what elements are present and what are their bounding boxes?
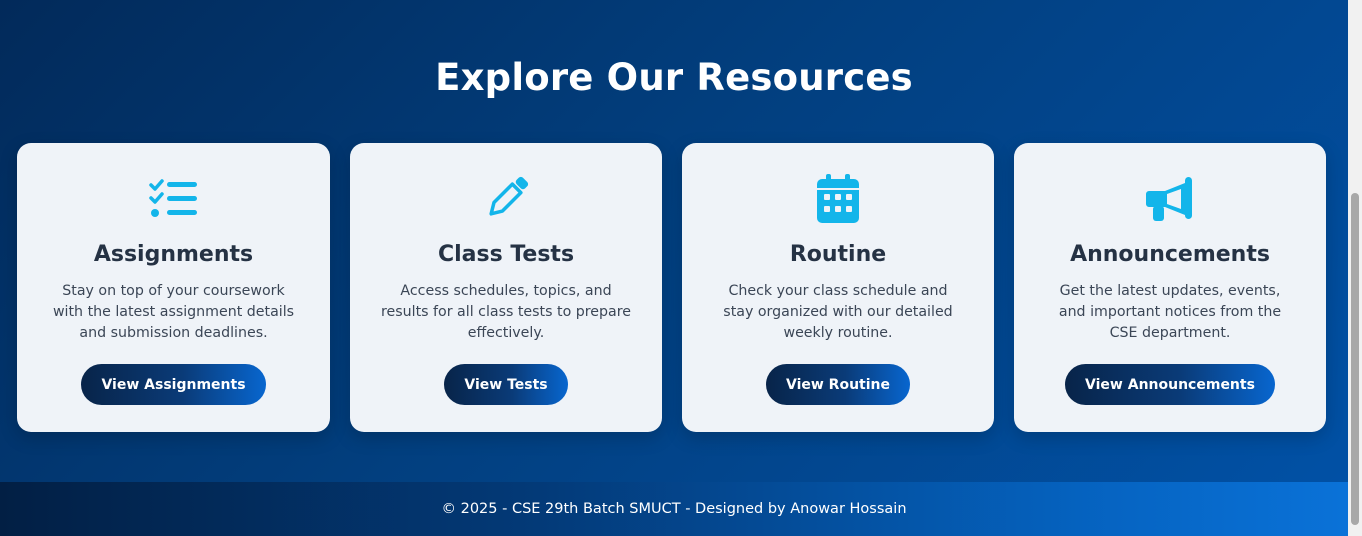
card-description: Stay on top of your coursework with the … (52, 283, 295, 341)
view-assignments-button[interactable]: View Assignments (81, 364, 266, 405)
calendar-icon (812, 173, 864, 225)
pencil-icon (480, 173, 532, 225)
card-title: Class Tests (437, 242, 575, 267)
card-title: Routine (789, 242, 887, 267)
megaphone-icon (1144, 173, 1196, 225)
card-announcements: Announcements Get the latest updates, ev… (1014, 143, 1326, 432)
list-check-icon (148, 173, 200, 225)
resource-cards: Assignments Stay on top of your coursewo… (17, 143, 1326, 432)
footer-text: © 2025 - CSE 29th Batch SMUCT - Designed… (441, 501, 907, 517)
view-announcements-button[interactable]: View Announcements (1065, 364, 1275, 405)
card-routine: Routine Check your class schedule and st… (682, 143, 994, 432)
card-assignments: Assignments Stay on top of your coursewo… (17, 143, 330, 432)
vertical-scrollbar[interactable] (1348, 0, 1362, 536)
card-description: Access schedules, topics, and results fo… (381, 283, 631, 341)
footer: © 2025 - CSE 29th Batch SMUCT - Designed… (0, 482, 1348, 536)
card-title: Announcements (1070, 242, 1270, 267)
section-title: Explore Our Resources (435, 56, 913, 99)
view-tests-button[interactable]: View Tests (444, 364, 568, 405)
main-section: Explore Our Resources Assignments Stay o… (0, 0, 1348, 482)
view-routine-button[interactable]: View Routine (765, 364, 910, 405)
card-description: Check your class schedule and stay organ… (723, 283, 953, 341)
scrollbar-thumb[interactable] (1351, 193, 1359, 525)
card-class-tests: Class Tests Access schedules, topics, an… (350, 143, 662, 432)
card-title: Assignments (93, 242, 254, 267)
card-description: Get the latest updates, events, and impo… (1058, 283, 1282, 341)
